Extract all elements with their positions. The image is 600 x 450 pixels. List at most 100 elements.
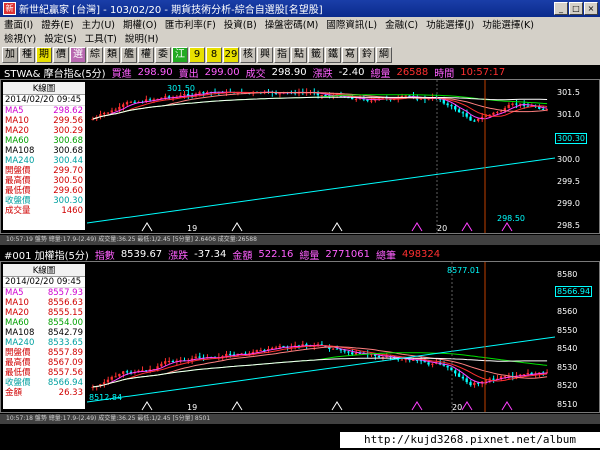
info-box-date: 2014/02/20 09:45 [3, 277, 85, 288]
panel1-status-bar: 10:57:19 盤勢 總量:17.9-(2.49) 成交量:36.25 最低:… [0, 235, 600, 245]
info-row-value: 299.56 [53, 116, 83, 126]
candle [431, 363, 434, 368]
panel2-symbol[interactable]: #001 加權指(5分) [4, 247, 89, 262]
toolbar-button-7[interactable]: 艦 [121, 47, 137, 63]
info-row-label: MA20 [5, 126, 29, 136]
bid-label: 買進 [111, 69, 132, 80]
info-row-label: 最低價 [5, 186, 31, 196]
ask-label: 賣出 [178, 69, 199, 80]
toolbar-button-20[interactable]: 寫 [342, 47, 358, 63]
current-price-label: 300.30 [555, 133, 587, 144]
total-trades-value: 498324 [401, 249, 441, 260]
toolbar-button-11[interactable]: 9 [189, 47, 205, 63]
toolbar-button-8[interactable]: 權 [138, 47, 154, 63]
candle [99, 110, 102, 120]
minimize-button[interactable]: _ [554, 2, 568, 15]
info-box-title: K線圖 [3, 82, 85, 95]
toolbar-button-15[interactable]: 興 [257, 47, 273, 63]
info-row-label: MA108 [5, 146, 35, 156]
signal-marker [331, 222, 343, 232]
info-row-value: 8566.94 [47, 378, 83, 388]
menu-item-3[interactable]: 期權(O) [119, 17, 161, 31]
menu-item-view-3[interactable]: 說明(H) [121, 31, 163, 45]
toolbar-button-17[interactable]: 點 [291, 47, 307, 63]
toolbar-button-13[interactable]: 29 [223, 47, 239, 63]
panel1-chart[interactable]: K線圖 2014/02/20 09:45 MA5 298.62 MA10 299.56 MA… [0, 79, 600, 234]
info-row-value: 298.62 [53, 106, 83, 116]
info-row: 開盤價 8557.89 [3, 348, 85, 358]
menu-item-view-2[interactable]: 工具(T) [81, 31, 121, 45]
toolbar-button-0[interactable]: 加 [2, 47, 18, 63]
panel1-symbol[interactable]: STWA& 摩台指&(5分) [4, 65, 106, 80]
menu-item-view-1[interactable]: 設定(S) [40, 31, 80, 45]
toolbar-button-14[interactable]: 核 [240, 47, 256, 63]
toolbar-button-12[interactable]: 8 [206, 47, 222, 63]
info-row: 最高價 8567.09 [3, 358, 85, 368]
info-row-label: 收盤價 [5, 196, 31, 206]
menu-item-1[interactable]: 證券(E) [37, 17, 77, 31]
toolbar-button-22[interactable]: 綱 [376, 47, 392, 63]
menu-item-9[interactable]: 功能選擇(J) [422, 17, 478, 31]
candle [179, 356, 182, 364]
panel1-candlestick-plot[interactable]: 19 20 301.50 298.50 [87, 80, 555, 233]
close-button[interactable]: × [584, 2, 598, 15]
candle [114, 372, 117, 378]
candle [194, 353, 197, 359]
menu-item-8[interactable]: 金融(C) [381, 17, 422, 31]
info-row: MA60 8554.00 [3, 318, 85, 328]
info-row: MA240 300.44 [3, 156, 85, 166]
bid-value: 298.90 [137, 67, 173, 78]
candle [171, 95, 174, 102]
panel1-y-axis: 301.5301.0300.5300.0299.5299.0298.5300.3… [555, 80, 599, 233]
signal-marker [231, 401, 243, 411]
menu-item-2[interactable]: 主力(U) [78, 17, 119, 31]
menu-item-0[interactable]: 畫面(I) [0, 17, 37, 31]
y-tick-label: 300.0 [557, 154, 580, 164]
maximize-button[interactable]: □ [569, 2, 583, 15]
x-axis-label: 19 [187, 403, 197, 412]
info-row-value: 8557.56 [47, 368, 83, 378]
toolbar-button-10[interactable]: 江 [172, 47, 188, 63]
toolbar-button-16[interactable]: 指 [274, 47, 290, 63]
toolbar-button-3[interactable]: 價 [53, 47, 69, 63]
panel2-chart[interactable]: K線圖 2014/02/20 09:45 MA5 8557.93 MA10 8556.63… [0, 261, 600, 413]
info-row: MA240 8533.65 [3, 338, 85, 348]
info-row-value: 8557.93 [47, 288, 83, 298]
info-row: 最低價 299.60 [3, 186, 85, 196]
menu-item-7[interactable]: 國際資訊(L) [322, 17, 381, 31]
info-row-value: 300.68 [53, 146, 83, 156]
total-volume-value: 2771061 [325, 249, 370, 260]
menu-item-4[interactable]: 匯市利率(F) [161, 17, 220, 31]
toolbar-button-18[interactable]: 籤 [308, 47, 324, 63]
toolbar-button-21[interactable]: 鈴 [359, 47, 375, 63]
toolbar-button-9[interactable]: 委 [155, 47, 171, 63]
info-row-value: 300.50 [53, 176, 83, 186]
x-axis-label: 20 [452, 403, 462, 412]
toolbar-button-1[interactable]: 種 [19, 47, 35, 63]
toolbar-button-2[interactable]: 期 [36, 47, 52, 63]
candle [469, 380, 472, 387]
toolbar-button-5[interactable]: 綜 [87, 47, 103, 63]
menu-item-10[interactable]: 功能選擇(K) [478, 17, 538, 31]
toolbar: 加種期價選綜類艦權委江 9 8 29 核興指點籤鐵寫鈴綱 [0, 45, 600, 65]
toolbar-button-6[interactable]: 類 [104, 47, 120, 63]
candle [160, 361, 163, 368]
info-row-value: 8567.09 [47, 358, 83, 368]
panel2-candlestick-plot[interactable]: 19 20 8577.01 8512.84 [87, 262, 555, 412]
toolbar-button-4[interactable]: 選 [70, 47, 86, 63]
candle [164, 358, 167, 366]
candle [270, 90, 274, 97]
y-tick-label: 298.5 [557, 221, 580, 230]
toolbar-button-19[interactable]: 鐵 [325, 47, 341, 63]
info-box-title: K線圖 [3, 264, 85, 277]
menu-item-5[interactable]: 投資(B) [220, 17, 261, 31]
y-tick-label: 8520 [557, 381, 578, 391]
signal-marker [411, 401, 423, 411]
candle [354, 98, 358, 102]
peak-label: 8577.01 [447, 266, 480, 275]
y-tick-label: 8540 [557, 344, 578, 354]
menu-item-6[interactable]: 操盤密碼(M) [261, 17, 323, 31]
menu-item-view-0[interactable]: 檢視(Y) [0, 31, 40, 45]
candle [331, 348, 335, 350]
info-row-value: 299.60 [53, 186, 83, 196]
